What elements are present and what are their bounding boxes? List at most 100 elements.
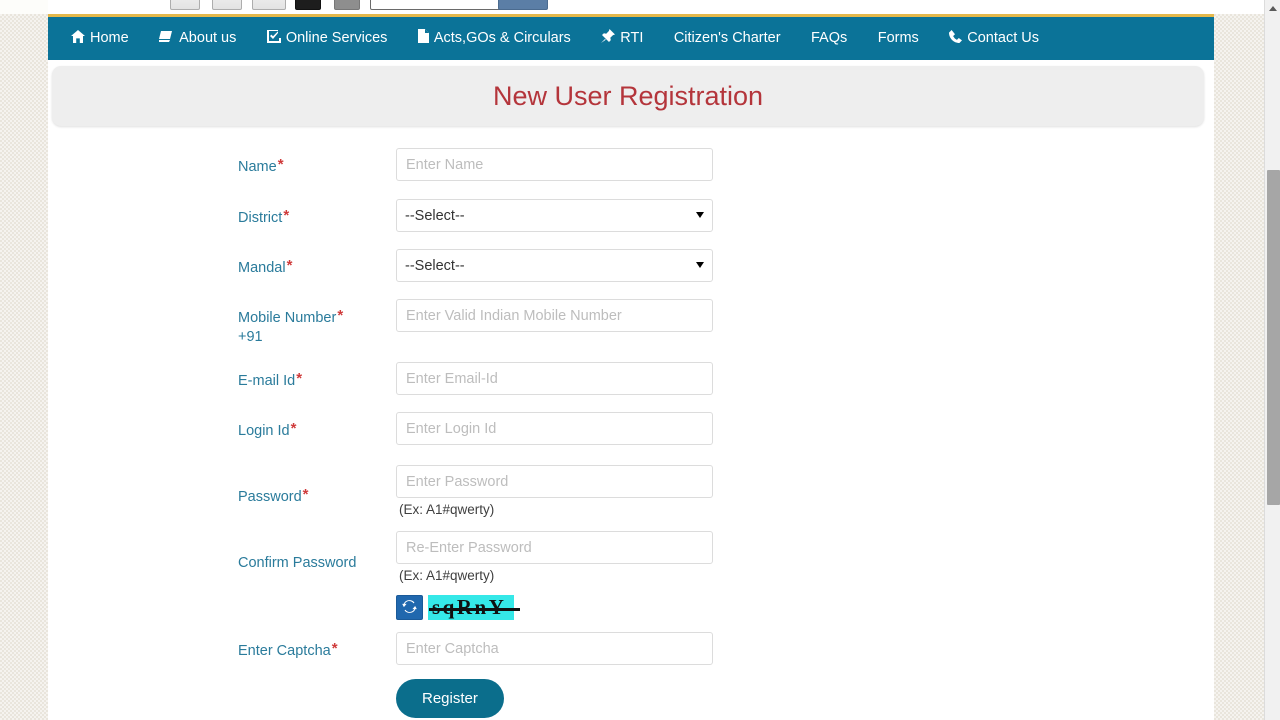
phone-icon [949,30,963,43]
nav-item-acts-gos-circulars[interactable]: Acts,GOs & Circulars [405,17,584,60]
nav-item-home[interactable]: Home [58,17,142,60]
label-cell-captcha: Enter Captcha* [48,632,396,661]
form-row-district: District* --Select-- [48,199,1214,232]
label-cell-mobile: Mobile Number* +91 [48,299,396,347]
nav-item-faqs[interactable]: FAQs [798,17,860,60]
control-cell-mandal: --Select-- [396,249,726,282]
control-cell-password: (Ex: A1#qwerty) [396,465,726,517]
captcha-refresh-button[interactable] [396,595,423,620]
login-id-input[interactable] [396,412,713,445]
district-required-marker: * [283,207,290,224]
cutoff-button-3[interactable] [252,0,286,10]
cutoff-swatch-gray[interactable] [334,0,360,10]
pushpin-icon [601,29,616,43]
name-input[interactable] [396,148,713,181]
page-container: Home About us Online Services Acts,GOs &… [48,14,1214,720]
mobile-input[interactable] [396,299,713,332]
form-row-email: E-mail Id* [48,362,1214,395]
district-label: District [238,210,283,226]
mandal-select-wrap: --Select-- [396,249,713,282]
mobile-required-marker: * [337,307,344,324]
form-row-mandal: Mandal* --Select-- [48,249,1214,282]
captcha-required-marker: * [331,640,338,657]
nav-label: FAQs [811,30,848,46]
form-row-password: Password* (Ex: A1#qwerty) [48,465,1214,517]
chevron-up-icon [1268,6,1277,11]
book-icon [159,30,174,43]
mobile-prefix: +91 [238,329,263,345]
mandal-required-marker: * [286,257,293,274]
captcha-label: Enter Captcha [238,643,331,659]
control-cell-confirm-password: (Ex: A1#qwerty) [396,531,726,583]
email-label: E-mail Id [238,373,296,389]
refresh-icon [402,599,417,617]
nav-label: Citizen's Charter [673,30,781,46]
form-row-mobile: Mobile Number* +91 [48,299,1214,347]
district-select-wrap: --Select-- [396,199,713,232]
control-cell-captcha [396,632,726,665]
nav-item-citizens-charter[interactable]: Citizen's Charter [661,17,794,60]
control-cell-login-id [396,412,726,445]
confirm-password-input[interactable] [396,531,713,564]
password-hint: (Ex: A1#qwerty) [399,502,495,517]
main-navigation: Home About us Online Services Acts,GOs &… [48,14,1214,60]
mandal-label: Mandal [238,260,286,276]
mandal-select[interactable]: --Select-- [396,249,713,282]
login-id-label: Login Id [238,423,290,439]
label-cell-email: E-mail Id* [48,362,396,391]
captcha-image: sqRnY [428,595,521,620]
home-icon [71,30,85,43]
cutoff-button-blue[interactable] [498,0,548,10]
register-button[interactable]: Register [396,679,504,718]
control-cell-district: --Select-- [396,199,726,232]
page-title: New User Registration [492,80,764,111]
cutoff-toolbar-strip [0,0,1264,14]
label-cell-district: District* [48,199,396,228]
mobile-label: Mobile Number [238,310,337,326]
form-row-captcha: sqRnY Enter Captcha* [48,595,1214,665]
scrollbar-thumb[interactable] [1267,170,1280,505]
form-row-confirm-password: Confirm Password (Ex: A1#qwerty) [48,531,1214,583]
label-cell-confirm-password: Confirm Password [48,531,396,573]
nav-item-rti[interactable]: RTI [588,17,656,60]
password-required-marker: * [302,486,309,503]
captcha-strike-line [429,608,521,611]
district-select[interactable]: --Select-- [396,199,713,232]
confirm-password-label: Confirm Password [238,555,357,571]
nav-label: Home [90,30,129,46]
nav-label: RTI [620,30,644,46]
nav-item-contact-us[interactable]: Contact Us [936,17,1052,60]
control-cell-email [396,362,726,395]
control-cell-name [396,148,726,181]
submit-row: Register [48,679,1214,718]
form-row-name: Name* [48,148,1214,181]
nav-label: About us [179,30,237,46]
cutoff-textfield[interactable] [370,0,508,10]
document-icon [417,29,429,43]
checkbox-icon [266,30,281,43]
label-cell-login-id: Login Id* [48,412,396,441]
email-required-marker: * [296,370,303,387]
nav-item-online-services[interactable]: Online Services [254,17,401,60]
scroll-up-button[interactable] [1265,0,1280,17]
control-cell-mobile [396,299,726,332]
page-title-panel: New User Registration [52,66,1204,126]
label-cell-name: Name* [48,148,396,177]
cutoff-swatch-dark[interactable] [295,0,321,10]
name-label: Name [238,159,277,175]
captcha-input[interactable] [396,632,713,665]
nav-label: Contact Us [967,30,1039,46]
nav-label: Online Services [285,30,388,46]
nav-item-forms[interactable]: Forms [865,17,932,60]
password-input[interactable] [396,465,713,498]
email-input[interactable] [396,362,713,395]
nav-label: Forms [877,30,919,46]
vertical-scrollbar[interactable] [1264,0,1280,720]
registration-form: Name* District* --Select-- [48,126,1214,718]
cutoff-button-1[interactable] [170,0,200,10]
label-cell-password: Password* [48,465,396,507]
form-row-login-id: Login Id* [48,412,1214,445]
nav-item-about-us[interactable]: About us [146,17,249,60]
login-id-required-marker: * [290,420,297,437]
cutoff-button-2[interactable] [212,0,242,10]
